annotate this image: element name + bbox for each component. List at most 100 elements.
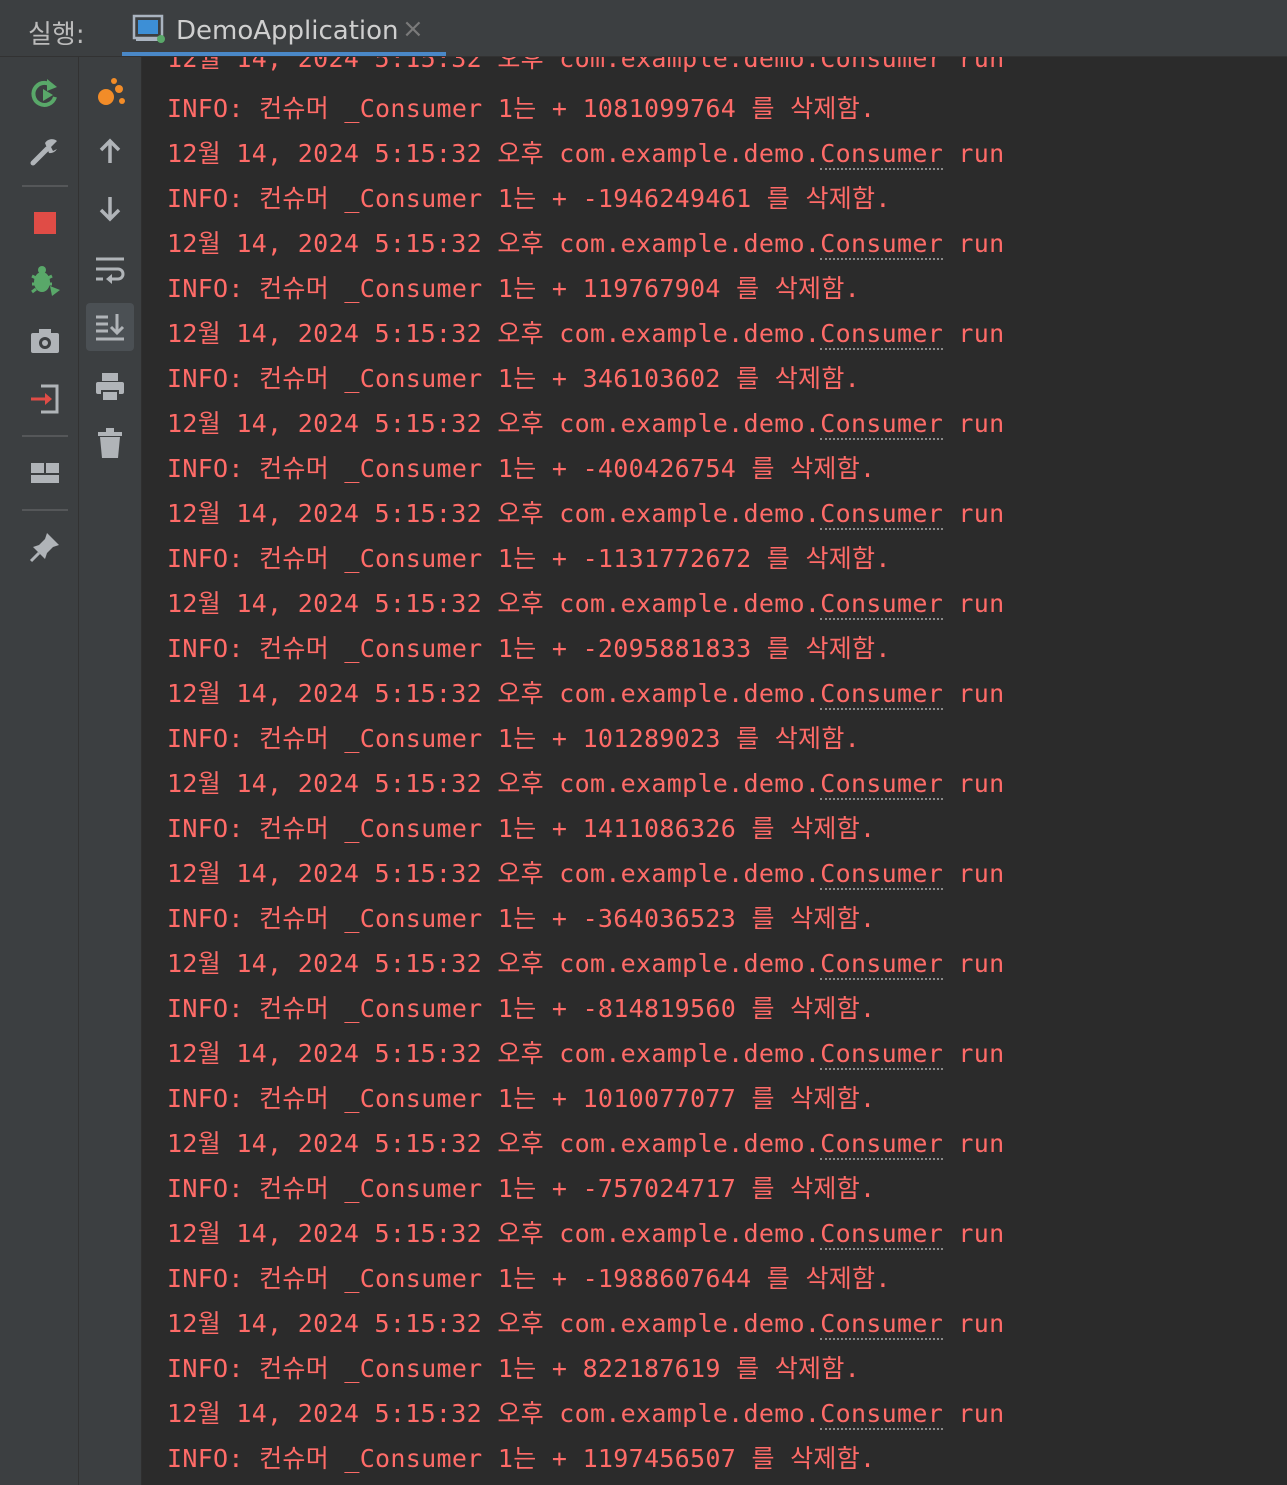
pin-icon[interactable] [21,523,69,571]
log-method: run [943,859,1005,888]
trash-icon[interactable] [86,419,134,467]
log-method: run [943,1399,1005,1428]
log-class-link[interactable]: Consumer [820,769,944,800]
log-line-info: INFO: 컨슈머 _Consumer 1는 + 822187619 를 삭제함… [167,1354,860,1383]
toolbar-separator [22,435,68,437]
log-timestamp-prefix: 12월 14, 2024 5:15:32 오후 com.example.demo… [167,949,821,978]
log-class-link[interactable]: Consumer [820,949,944,980]
log-line-timestamp: 12월 14, 2024 5:15:32 오후 com.example.demo… [167,1304,1004,1340]
toolbar-separator [22,185,68,187]
log-method: run [943,1309,1005,1338]
log-line-timestamp: 12월 14, 2024 5:15:32 오후 com.example.demo… [167,674,1004,710]
log-method: run [943,1129,1005,1158]
application-icon [132,14,166,44]
log-line-timestamp: 12월 14, 2024 5:15:32 오후 com.example.demo… [167,944,1004,980]
log-method: run [943,949,1005,978]
run-label: 실행: [28,20,85,50]
log-method: run [943,139,1005,168]
run-toolbar-primary [12,57,79,1485]
toolbar-separator [22,509,68,511]
log-line-info: INFO: 컨슈머 _Consumer 1는 + -400426754 를 삭제… [167,454,876,483]
log-line-timestamp: 12월 14, 2024 5:15:32 오후 com.example.demo… [167,1124,1004,1160]
log-timestamp-prefix: 12월 14, 2024 5:15:32 오후 com.example.demo… [167,499,821,528]
log-line-timestamp: 12월 14, 2024 5:15:32 오후 com.example.demo… [167,764,1004,800]
log-method: run [943,1219,1005,1248]
tab-active-indicator [122,52,446,56]
log-timestamp-prefix: 12월 14, 2024 5:15:32 오후 com.example.demo… [167,409,821,438]
log-class-link[interactable]: Consumer [820,679,944,710]
tab-close-icon[interactable]: × [402,14,424,44]
debug-icon[interactable] [21,257,69,305]
scroll-to-end-icon[interactable] [86,303,134,351]
log-line-timestamp: 12월 14, 2024 5:15:32 오후 com.example.demo… [167,404,1004,440]
log-timestamp-prefix: 12월 14, 2024 5:15:32 오후 com.example.demo… [167,319,821,348]
log-method: run [943,1039,1005,1068]
soft-wrap-icon[interactable] [86,245,134,293]
log-method: run [943,769,1005,798]
log-line-info: INFO: 컨슈머 _Consumer 1는 + 1411086326 를 삭제… [167,814,876,843]
log-timestamp-prefix: 12월 14, 2024 5:15:32 오후 com.example.demo… [167,1399,821,1428]
left-edge-strip [0,57,12,1485]
console-output[interactable]: 12월 14, 2024 5:15:32 오후 com.example.demo… [142,57,1287,1485]
log-class-link[interactable]: Consumer [820,1219,944,1250]
log-line-timestamp: 12월 14, 2024 5:15:32 오후 com.example.demo… [167,854,1004,890]
arrow-up-icon[interactable] [86,127,134,175]
stop-icon[interactable] [21,199,69,247]
profiler-icon[interactable] [86,69,134,117]
log-timestamp-prefix: 12월 14, 2024 5:15:32 오후 com.example.demo… [167,589,821,618]
print-icon[interactable] [86,363,134,411]
log-timestamp-prefix: 12월 14, 2024 5:15:32 오후 com.example.demo… [167,1219,821,1248]
log-method: run [943,229,1005,258]
run-toolwindow-header: 실행: DemoApplication × [0,0,1287,57]
log-class-link[interactable]: Consumer [820,1039,944,1070]
log-line-info: INFO: 컨슈머 _Consumer 1는 + 101289023 를 삭제함… [167,724,860,753]
log-line-timestamp: 12월 14, 2024 5:15:32 오후 com.example.demo… [167,1034,1004,1070]
log-line-timestamp: 12월 14, 2024 5:15:32 오후 com.example.demo… [167,314,1004,350]
log-method: run [943,409,1005,438]
log-line-info: INFO: 컨슈머 _Consumer 1는 + -364036523 를 삭제… [167,904,876,933]
log-timestamp-prefix: 12월 14, 2024 5:15:32 오후 com.example.demo… [167,859,821,888]
log-timestamp-prefix: 12월 14, 2024 5:15:32 오후 com.example.demo… [167,1039,821,1068]
rerun-icon[interactable] [21,69,69,117]
console-toolbar [79,57,142,1485]
log-class-link[interactable]: Consumer [820,589,944,620]
camera-icon[interactable] [21,317,69,365]
log-line-partial: 12월 14, 2024 5:15:32 오후 com.example.demo… [167,57,1005,73]
log-line-timestamp: 12월 14, 2024 5:15:32 오후 com.example.demo… [167,1214,1004,1250]
tab-demo-application[interactable]: DemoApplication × [122,6,446,56]
wrench-icon[interactable] [21,127,69,175]
log-line-info: INFO: 컨슈머 _Consumer 1는 + -757024717 를 삭제… [167,1174,876,1203]
log-line-info: INFO: 컨슈머 _Consumer 1는 + 346103602 를 삭제함… [167,364,860,393]
log-line-info: INFO: 컨슈머 _Consumer 1는 + 1010077077 를 삭제… [167,1084,876,1113]
log-timestamp-prefix: 12월 14, 2024 5:15:32 오후 com.example.demo… [167,1309,821,1338]
log-class-link[interactable]: Consumer [820,229,944,260]
layout-icon[interactable] [21,449,69,497]
log-line-timestamp: 12월 14, 2024 5:15:32 오후 com.example.demo… [167,224,1004,260]
log-timestamp-prefix: 12월 14, 2024 5:15:32 오후 com.example.demo… [167,139,821,168]
log-line-info: INFO: 컨슈머 _Consumer 1는 + -1946249461 를 삭… [167,184,891,213]
log-timestamp-prefix: 12월 14, 2024 5:15:32 오후 com.example.demo… [167,229,821,258]
log-class-link[interactable]: Consumer [820,1129,944,1160]
arrow-down-icon[interactable] [86,185,134,233]
log-line-info: INFO: 컨슈머 _Consumer 1는 + 1081099764 를 삭제… [167,94,876,123]
log-line-info: INFO: 컨슈머 _Consumer 1는 + 119767904 를 삭제함… [167,274,860,303]
login-icon[interactable] [21,375,69,423]
log-class-link[interactable]: Consumer [820,1309,944,1340]
log-class-link[interactable]: Consumer [820,499,944,530]
log-line-timestamp: 12월 14, 2024 5:15:32 오후 com.example.demo… [167,1394,1004,1430]
log-class-link[interactable]: Consumer [820,859,944,890]
log-class-link[interactable]: Consumer [820,319,944,350]
log-class-link[interactable]: Consumer [820,409,944,440]
log-line-timestamp: 12월 14, 2024 5:15:32 오후 com.example.demo… [167,134,1004,170]
tab-title: DemoApplication [176,16,399,46]
log-method: run [943,679,1005,708]
log-timestamp-prefix: 12월 14, 2024 5:15:32 오후 com.example.demo… [167,1129,821,1158]
log-line-info: INFO: 컨슈머 _Consumer 1는 + -814819560 를 삭제… [167,994,876,1023]
log-line-info: INFO: 컨슈머 _Consumer 1는 + -1131772672 를 삭… [167,544,891,573]
log-class-link[interactable]: Consumer [820,139,944,170]
log-timestamp-prefix: 12월 14, 2024 5:15:32 오후 com.example.demo… [167,679,821,708]
log-class-link[interactable]: Consumer [820,1399,944,1430]
log-line-info: INFO: 컨슈머 _Consumer 1는 + -1988607644 를 삭… [167,1264,891,1293]
log-line-timestamp: 12월 14, 2024 5:15:32 오후 com.example.demo… [167,584,1004,620]
log-line-timestamp: 12월 14, 2024 5:15:32 오후 com.example.demo… [167,494,1004,530]
